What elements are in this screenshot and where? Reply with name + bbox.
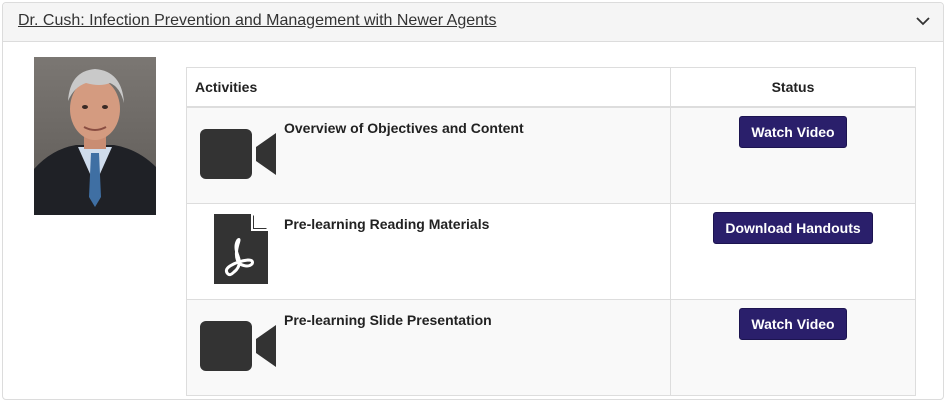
table-row: Overview of Objectives and Content Watch… bbox=[186, 106, 916, 204]
activity-cell: Overview of Objectives and Content bbox=[186, 106, 671, 204]
status-cell: Download Handouts bbox=[670, 203, 916, 300]
table-row: Pre-learning Reading Materials Download … bbox=[186, 203, 916, 300]
activities-table: Activities Status Overview of Objectives… bbox=[186, 67, 916, 396]
watch-video-button[interactable]: Watch Video bbox=[739, 116, 847, 148]
table-row: Pre-learning Slide Presentation Watch Vi… bbox=[186, 299, 916, 396]
video-camera-icon bbox=[200, 321, 276, 371]
course-panel: Dr. Cush: Infection Prevention and Manag… bbox=[2, 2, 944, 400]
status-header: Status bbox=[670, 67, 916, 108]
watch-video-button[interactable]: Watch Video bbox=[739, 308, 847, 340]
status-cell: Watch Video bbox=[670, 299, 916, 396]
panel-header[interactable]: Dr. Cush: Infection Prevention and Manag… bbox=[3, 3, 943, 42]
activity-label: Overview of Objectives and Content bbox=[284, 120, 524, 136]
activities-header: Activities bbox=[186, 67, 671, 108]
activity-label: Pre-learning Slide Presentation bbox=[284, 312, 492, 328]
presenter-photo bbox=[34, 57, 156, 215]
activity-cell: Pre-learning Slide Presentation bbox=[186, 299, 671, 396]
chevron-down-icon[interactable] bbox=[915, 15, 931, 27]
activity-label: Pre-learning Reading Materials bbox=[284, 216, 490, 232]
activity-cell: Pre-learning Reading Materials bbox=[186, 203, 671, 300]
pdf-file-icon bbox=[214, 214, 268, 284]
download-handouts-button[interactable]: Download Handouts bbox=[713, 212, 873, 244]
video-camera-icon bbox=[200, 129, 276, 179]
status-cell: Watch Video bbox=[670, 106, 916, 204]
panel-title-link[interactable]: Dr. Cush: Infection Prevention and Manag… bbox=[18, 12, 496, 30]
